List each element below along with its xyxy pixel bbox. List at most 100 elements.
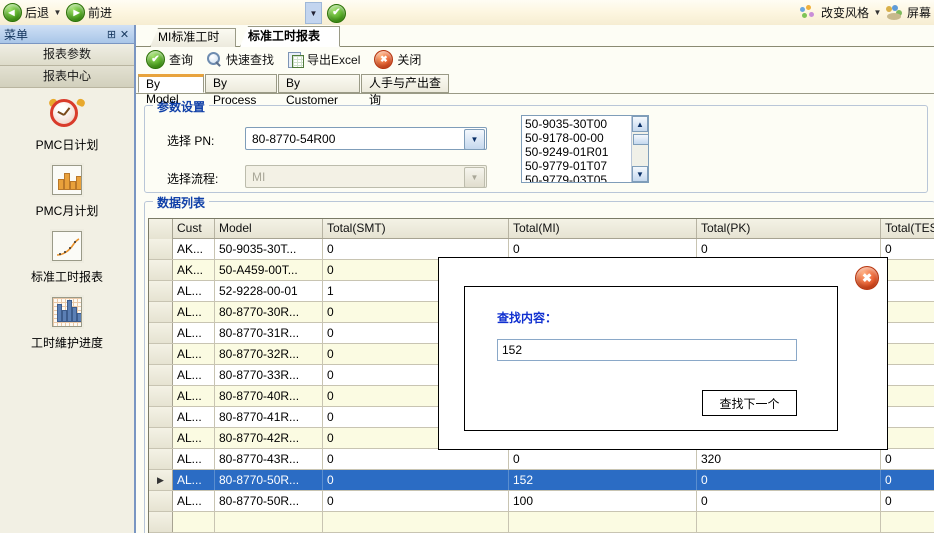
close-icon[interactable]: ✕ bbox=[118, 28, 131, 41]
row-header[interactable] bbox=[149, 407, 173, 427]
cell-model: 80-8770-30R... bbox=[215, 302, 323, 322]
action-toolbar: 查询 快速查找 导出Excel 关闭 bbox=[136, 47, 934, 73]
row-header[interactable] bbox=[149, 365, 173, 385]
tab-standard-hours-report[interactable]: 标准工时报表 bbox=[240, 26, 340, 47]
sidebar-item-label: 标准工时报表 bbox=[30, 270, 103, 284]
find-dialog-panel: 查找内容： 152 查找下一个 bbox=[464, 286, 838, 431]
screen-button[interactable]: 屏幕 bbox=[883, 1, 934, 24]
cell-total-smt: 0 bbox=[323, 470, 509, 490]
query-button[interactable]: 查询 bbox=[144, 49, 199, 71]
scroll-down-icon[interactable]: ▼ bbox=[632, 166, 648, 182]
list-item[interactable]: 50-9178-00-00 bbox=[522, 131, 631, 145]
row-header[interactable] bbox=[149, 239, 173, 259]
tab-bar: MI标准工时 标准工时报表 bbox=[136, 25, 934, 48]
find-next-button[interactable]: 查找下一个 bbox=[702, 390, 797, 416]
subtab-label: By Model bbox=[146, 77, 179, 106]
sidebar-item-pmc-daily-plan[interactable]: PMC日计划 bbox=[0, 97, 134, 153]
cell-total-mi: 0 bbox=[509, 239, 697, 259]
column-header-model[interactable]: Model bbox=[215, 219, 323, 238]
dialog-close-icon[interactable]: ✖ bbox=[855, 266, 879, 290]
change-style-label: 改变风格 bbox=[820, 6, 869, 20]
back-dropdown-caret-icon[interactable]: ▼ bbox=[52, 3, 63, 23]
sidebar-panel: 菜单 ⊞ ✕ 报表参数 报表中心 PMC日计划 PMC月计划 标准工时报表 工时… bbox=[0, 25, 136, 533]
column-header-total-smt[interactable]: Total(SMT) bbox=[323, 219, 509, 238]
chevron-down-icon[interactable]: ▼ bbox=[464, 129, 485, 150]
cell-total-pk: 0 bbox=[697, 239, 881, 259]
application-window: 后退 ▼ 前进 ▼ 改变风格 ▼ 屏幕 bbox=[0, 0, 934, 533]
subtab-by-model[interactable]: By Model bbox=[138, 74, 204, 106]
row-header[interactable] bbox=[149, 512, 173, 532]
row-header[interactable] bbox=[149, 281, 173, 301]
close-label: 关闭 bbox=[397, 53, 422, 67]
quick-find-button[interactable]: 快速查找 bbox=[205, 49, 280, 71]
forward-button[interactable]: 前进 bbox=[63, 1, 115, 24]
chevron-down-icon[interactable]: ▼ bbox=[464, 167, 485, 188]
pn-listbox[interactable]: 50-9035-30T00 50-9178-00-00 50-9249-01R0… bbox=[521, 115, 649, 183]
table-row[interactable]: AL... 80-8770-43R... 0 0 320 0 bbox=[149, 449, 934, 470]
sidebar-button-report-center[interactable]: 报表中心 bbox=[0, 66, 134, 88]
query-icon bbox=[146, 50, 165, 69]
cell-model: 80-8770-50R... bbox=[215, 491, 323, 511]
list-item[interactable]: 50-9035-30T00 bbox=[522, 117, 631, 131]
change-style-caret-icon[interactable]: ▼ bbox=[872, 3, 883, 23]
cell-model: 80-8770-31R... bbox=[215, 323, 323, 343]
row-header[interactable] bbox=[149, 344, 173, 364]
row-header[interactable] bbox=[149, 386, 173, 406]
sidebar-item-pmc-monthly-plan[interactable]: PMC月计划 bbox=[0, 165, 134, 219]
pn-select[interactable]: 80-8770-54R00 ▼ bbox=[245, 127, 487, 150]
row-header[interactable] bbox=[149, 428, 173, 448]
sidebar-item-standard-hours-report[interactable]: 标准工时报表 bbox=[0, 231, 134, 285]
sidebar-title: 菜单 bbox=[4, 27, 29, 42]
pin-icon[interactable]: ⊞ bbox=[105, 28, 118, 41]
confirm-icon[interactable] bbox=[327, 3, 346, 23]
cell-model: 50-A459-00T... bbox=[215, 260, 323, 280]
scroll-up-icon[interactable]: ▲ bbox=[632, 116, 648, 132]
table-row[interactable] bbox=[149, 512, 934, 533]
back-button[interactable]: 后退 bbox=[0, 1, 52, 24]
close-button[interactable]: 关闭 bbox=[372, 49, 427, 71]
cell-total-pk: 0 bbox=[697, 470, 881, 490]
process-label: 选择流程: bbox=[167, 172, 219, 186]
toolbar-overflow-caret-icon[interactable]: ▼ bbox=[305, 2, 322, 24]
sidebar-item-hours-maintenance-progress[interactable]: 工时維护进度 bbox=[0, 297, 134, 351]
row-header[interactable] bbox=[149, 491, 173, 511]
column-header-total-test[interactable]: Total(TEST bbox=[881, 219, 934, 238]
subtab-by-process[interactable]: By Process bbox=[205, 74, 277, 107]
tab-mi-standard-hours[interactable]: MI标准工时 bbox=[150, 28, 236, 47]
row-header[interactable] bbox=[149, 302, 173, 322]
subtab-manpower-output-query[interactable]: 人手与产出查询 bbox=[361, 74, 449, 107]
row-header-current[interactable]: ▶ bbox=[149, 470, 173, 490]
listbox-scrollbar[interactable]: ▲ ▼ bbox=[631, 116, 648, 182]
column-header-total-mi[interactable]: Total(MI) bbox=[509, 219, 697, 238]
list-item[interactable]: 50-9249-01R01 bbox=[522, 145, 631, 159]
change-style-button[interactable]: 改变风格 bbox=[797, 1, 872, 24]
pn-label: 选择 PN: bbox=[167, 134, 215, 148]
cell-total-pk bbox=[697, 512, 881, 532]
column-header-total-pk[interactable]: Total(PK) bbox=[697, 219, 881, 238]
sidebar-button-report-params[interactable]: 报表参数 bbox=[0, 44, 134, 66]
cell-cust: AL... bbox=[173, 386, 215, 406]
sidebar-item-label: PMC月计划 bbox=[35, 204, 99, 218]
cell-model: 80-8770-50R... bbox=[215, 470, 323, 490]
find-input[interactable]: 152 bbox=[497, 339, 797, 361]
list-item[interactable]: 50-9779-01T07 bbox=[522, 159, 631, 173]
cell-total-test bbox=[881, 428, 934, 448]
cell-model: 50-9035-30T... bbox=[215, 239, 323, 259]
process-select[interactable]: MI ▼ bbox=[245, 165, 487, 188]
table-row[interactable]: AL... 80-8770-50R... 0 100 0 0 bbox=[149, 491, 934, 512]
subtab-by-customer[interactable]: By Customer bbox=[278, 74, 360, 107]
row-header[interactable] bbox=[149, 323, 173, 343]
list-item[interactable]: 50-9779-03T05 bbox=[522, 173, 631, 182]
cell-total-smt bbox=[323, 512, 509, 532]
find-dialog[interactable]: ✖ 查找内容： 152 查找下一个 bbox=[438, 257, 888, 450]
scrollbar-thumb[interactable] bbox=[633, 134, 648, 145]
back-arrow-icon bbox=[3, 3, 22, 22]
cell-model: 80-8770-43R... bbox=[215, 449, 323, 469]
export-excel-button[interactable]: 导出Excel bbox=[286, 49, 366, 71]
column-header-cust[interactable]: Cust bbox=[173, 219, 215, 238]
table-row-selected[interactable]: ▶ AL... 80-8770-50R... 0 152 0 0 bbox=[149, 470, 934, 491]
cell-model: 52-9228-00-01 bbox=[215, 281, 323, 301]
subtab-label: 人手与产出查询 bbox=[369, 76, 442, 107]
row-header[interactable] bbox=[149, 449, 173, 469]
row-header[interactable] bbox=[149, 260, 173, 280]
